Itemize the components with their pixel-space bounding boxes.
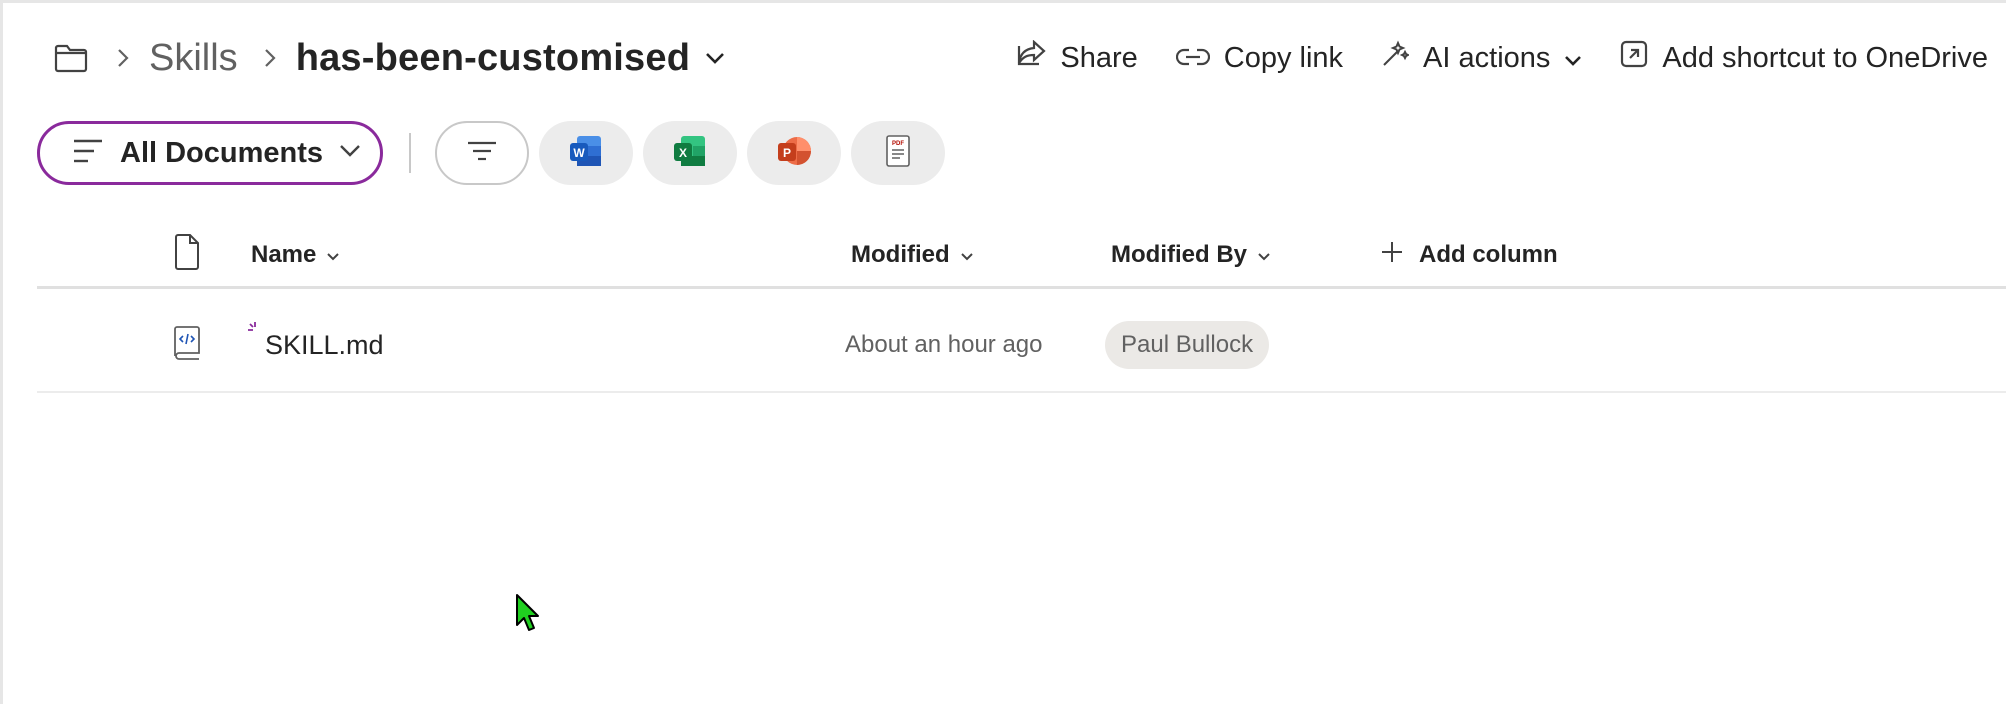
chevron-down-icon[interactable] [700,43,730,73]
copy-link-label: Copy link [1223,41,1344,74]
breadcrumb-item-skills[interactable]: Skills [149,37,238,80]
link-icon [1175,42,1210,75]
modified-by-cell: Paul Bullock [1105,297,1270,393]
breadcrumb-current-folder[interactable]: has-been-customised [296,37,690,80]
filter-icon [467,141,497,166]
table-row[interactable]: SKILL.md About an hour ago Paul Bullock [37,297,2006,393]
file-type-cell [173,297,201,393]
filter-word-files[interactable]: W [539,121,633,185]
modified-value: About an hour ago [845,331,1043,358]
modified-by-column-header[interactable]: Modified By [1111,221,1271,289]
view-toolbar: All Documents W X P PDF [37,121,955,185]
modified-column-header[interactable]: Modified [851,221,974,289]
view-switcher[interactable]: All Documents [37,121,383,185]
excel-icon: X [673,135,707,172]
person-pill[interactable]: Paul Bullock [1105,321,1270,369]
current-view-label: All Documents [120,136,324,169]
filter-powerpoint-files[interactable]: P [747,121,841,185]
list-header: Name Modified Modified By Add column [37,221,2006,289]
chevron-down-icon [960,241,974,269]
add-column-label: Add column [1419,241,1558,268]
folder-icon[interactable] [51,38,91,78]
share-icon [1016,39,1047,76]
chevron-right-icon [111,46,135,70]
mouse-cursor-icon [515,593,541,638]
document-icon [173,233,201,277]
list-view-icon [72,138,104,169]
plus-icon [1381,241,1403,270]
toolbar-divider [409,133,411,173]
svg-text:P: P [783,146,791,160]
copy-link-button[interactable]: Copy link [1175,41,1344,75]
svg-text:W: W [573,146,585,160]
chevron-down-icon [326,241,340,269]
modified-column-label: Modified [851,241,950,268]
modified-by-column-label: Modified By [1111,241,1247,268]
name-column-header[interactable]: Name [251,221,340,289]
shortcut-arrow-icon [1620,40,1648,76]
modified-cell: About an hour ago [845,297,1043,393]
code-file-icon [173,325,201,366]
file-name-link[interactable]: SKILL.md [265,330,384,361]
command-bar: Skills has-been-customised Share Copy li… [51,31,2006,85]
chevron-right-icon [258,46,282,70]
svg-text:X: X [679,146,687,160]
ai-actions-button[interactable]: AI actions [1381,40,1582,76]
word-icon: W [569,135,603,172]
file-type-column-header[interactable] [173,221,201,289]
filter-excel-files[interactable]: X [643,121,737,185]
share-label: Share [1060,41,1138,74]
add-column-button[interactable]: Add column [1381,221,1558,289]
filter-pdf-files[interactable]: PDF [851,121,945,185]
add-shortcut-button[interactable]: Add shortcut to OneDrive [1620,40,1988,76]
powerpoint-icon: P [777,135,811,172]
new-file-indicator-icon [247,321,263,342]
pdf-icon: PDF [885,134,911,172]
sparkle-wand-icon [1381,40,1411,76]
share-button[interactable]: Share [1016,39,1138,76]
ai-actions-label: AI actions [1423,41,1551,74]
svg-text:PDF: PDF [892,141,904,147]
command-actions: Share Copy link AI actions Add shortcut … [1016,31,1988,85]
chevron-down-icon [1257,241,1271,269]
filter-button[interactable] [435,121,529,185]
chevron-down-icon [339,144,361,163]
chevron-down-icon [1564,42,1582,75]
add-shortcut-label: Add shortcut to OneDrive [1662,41,1988,74]
file-name-cell: SKILL.md [247,297,384,393]
document-library: Skills has-been-customised Share Copy li… [0,0,2006,704]
name-column-label: Name [251,241,317,268]
